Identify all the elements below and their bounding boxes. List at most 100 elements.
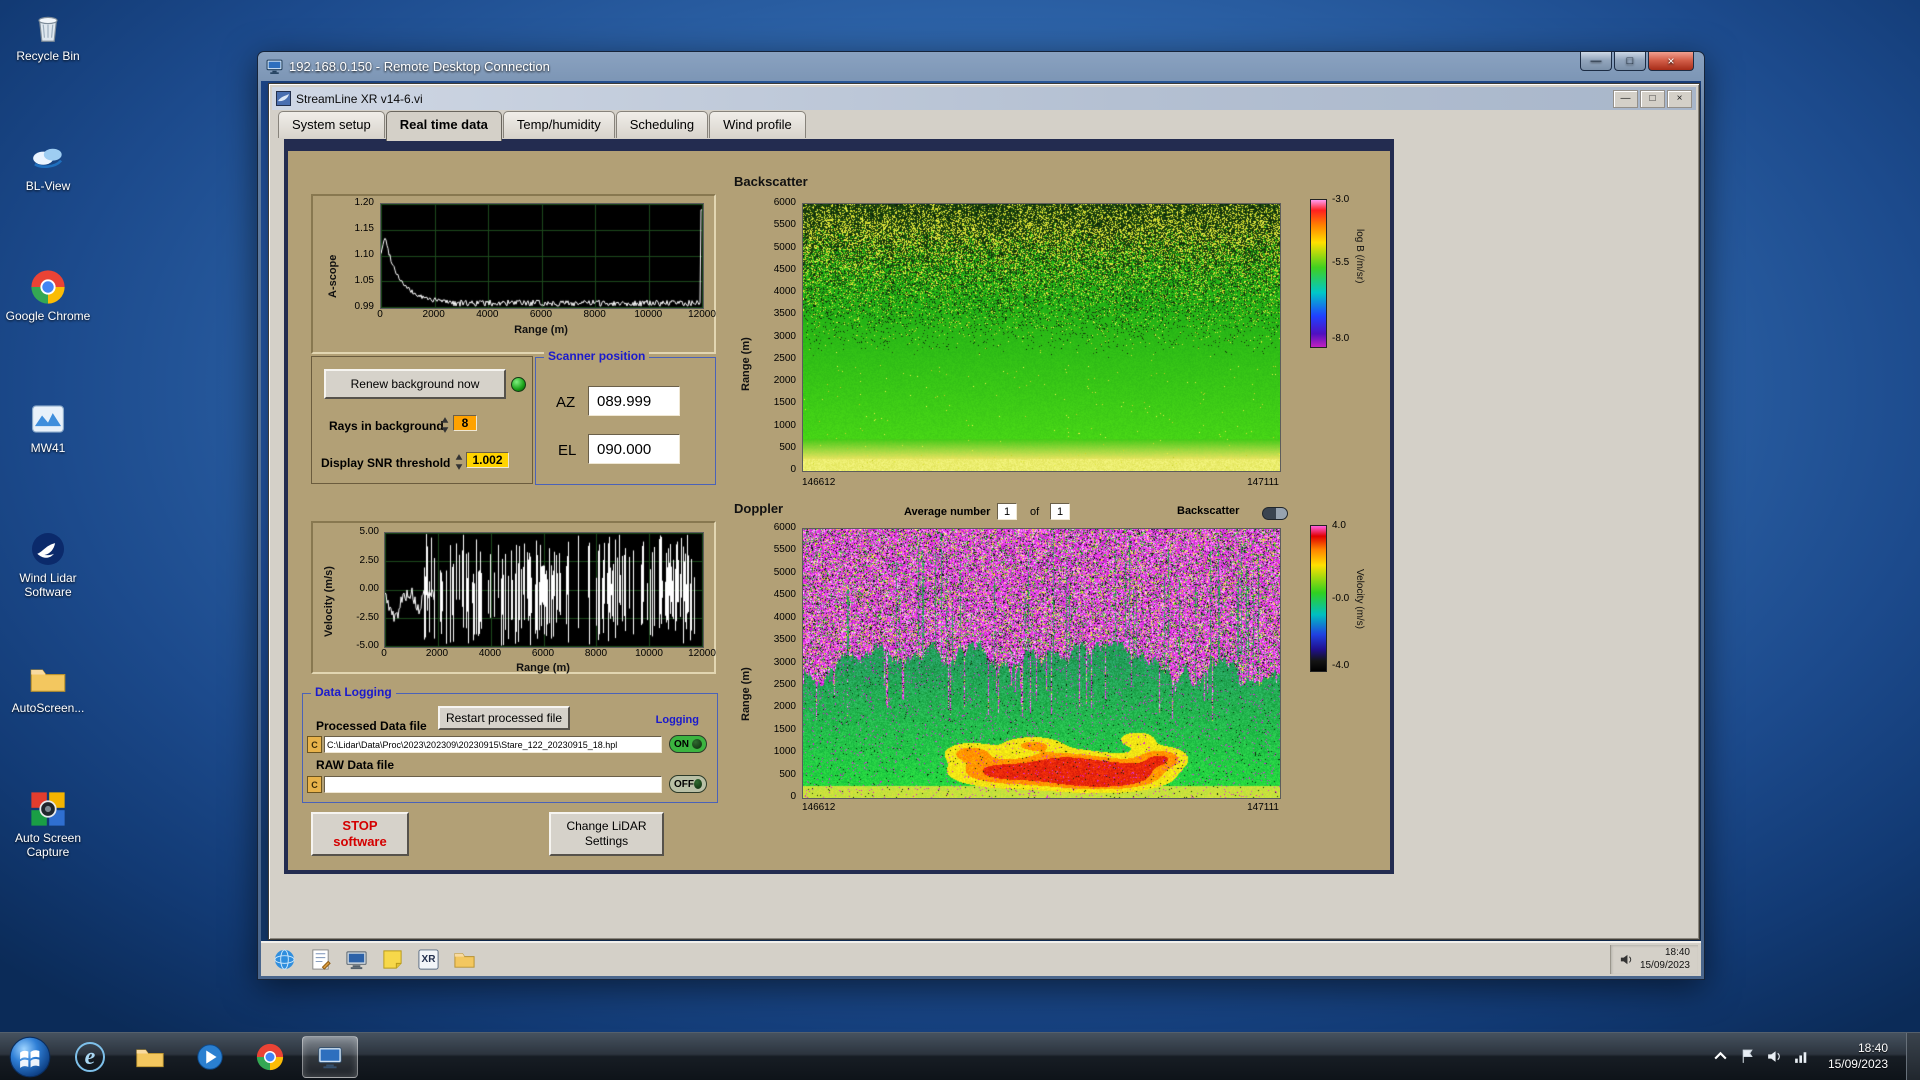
chevron-up-icon[interactable]	[1712, 1048, 1729, 1065]
rdp-maximize-button[interactable]: □	[1614, 52, 1646, 71]
desktop-icon-bl-view[interactable]: BL-View	[2, 138, 94, 194]
tab-scheduling[interactable]: Scheduling	[616, 111, 708, 138]
velocity-plot-canvas	[384, 532, 704, 648]
doppler-xticks: 146612 147111	[802, 802, 1279, 816]
show-desktop-button[interactable]	[1906, 1033, 1920, 1080]
tab-real-time-data[interactable]: Real time data	[386, 111, 502, 141]
app-close-button[interactable]: ×	[1667, 90, 1692, 108]
scanner-position-title: Scanner position	[544, 350, 649, 363]
processed-path-field[interactable]: C:\Lidar\Data\Proc\2023\202309\20230915\…	[324, 736, 662, 753]
stop-software-button[interactable]: STOPsoftware	[311, 812, 409, 856]
backscatter-colorbar	[1310, 199, 1327, 348]
doppler-ytick: 0	[762, 792, 796, 802]
velocity-xtick: 4000	[479, 649, 501, 659]
doppler-ytick: 500	[762, 770, 796, 780]
rdp-title-bar[interactable]: 192.168.0.150 - Remote Desktop Connectio…	[258, 52, 1704, 81]
average-number-field[interactable]: 1	[997, 503, 1017, 520]
desktop-icon-recycle-bin[interactable]: Recycle Bin	[2, 8, 94, 64]
doppler-colorbar-ticks: 4.0-0.0-4.0	[1332, 151, 1372, 851]
az-value-field[interactable]: 089.999	[588, 386, 680, 416]
app-window-icon	[276, 91, 291, 106]
raw-path-field[interactable]	[324, 776, 662, 793]
processed-path-type-icon[interactable]: C	[307, 736, 322, 753]
taskbar-app-google-chrome[interactable]	[242, 1036, 298, 1078]
el-value-field[interactable]: 090.000	[588, 434, 680, 464]
remote-quicklaunch-xr-app[interactable]: XR	[417, 948, 440, 971]
restart-processed-file-button[interactable]: Restart processed file	[438, 706, 570, 730]
recycle-bin-icon	[29, 8, 67, 46]
volume-icon[interactable]	[1619, 952, 1634, 967]
tab-system-setup[interactable]: System setup	[278, 111, 385, 138]
taskbar-app-file-explorer[interactable]	[122, 1036, 178, 1078]
doppler-ytick: 2500	[762, 680, 796, 690]
velocity-group: Velocity (m/s) 5.002.500.00-2.50-5.00 02…	[311, 521, 716, 674]
desktop-icon-mw41[interactable]: MW41	[2, 400, 94, 456]
taskbar-app-remote-desktop[interactable]	[302, 1036, 358, 1078]
doppler-ytick: 1500	[762, 725, 796, 735]
app-minimize-button[interactable]: —	[1613, 90, 1638, 108]
remote-quicklaunch-system-monitor[interactable]	[345, 948, 368, 971]
of-label: of	[1030, 506, 1039, 518]
host-system-tray: 18:40 15/09/2023	[1712, 1033, 1920, 1080]
rdp-caption-buttons: —□×	[1578, 52, 1694, 71]
doppler-ytick: 2000	[762, 702, 796, 712]
host-clock[interactable]: 18:40 15/09/2023	[1820, 1041, 1896, 1072]
ascope-xtick: 12000	[688, 310, 716, 320]
remote-quicklaunch-internet-explorer[interactable]	[273, 948, 296, 971]
average-total-field[interactable]: 1	[1050, 503, 1070, 520]
google-chrome-icon	[29, 268, 67, 306]
velocity-ytick: 5.00	[347, 527, 379, 537]
network-icon[interactable]	[1793, 1048, 1810, 1065]
start-button[interactable]	[8, 1035, 52, 1079]
velocity-ytick: 0.00	[347, 584, 379, 594]
desktop-icon-label: Recycle Bin	[16, 50, 79, 64]
snr-threshold-label: Display SNR threshold	[321, 456, 450, 470]
remote-quicklaunch-folder[interactable]	[453, 948, 476, 971]
processed-data-file-label: Processed Data file	[316, 719, 427, 733]
rays-spinner[interactable]	[440, 416, 450, 434]
processed-logging-toggle[interactable]: ON	[669, 735, 707, 753]
renew-background-button[interactable]: Renew background now	[324, 369, 506, 399]
taskbar-app-internet-explorer[interactable]: e	[62, 1036, 118, 1078]
desktop-icon-label: Auto Screen Capture	[2, 832, 94, 860]
doppler-colorbar-tick: -0.0	[1332, 594, 1349, 604]
action-flag-icon[interactable]	[1739, 1048, 1756, 1065]
velocity-ylabel: Velocity (m/s)	[323, 541, 335, 637]
remote-date: 15/09/2023	[1640, 960, 1690, 973]
app-title-bar[interactable]: StreamLine XR v14-6.vi —□×	[272, 87, 1696, 110]
taskbar-app-media-player[interactable]	[182, 1036, 238, 1078]
snr-value-field[interactable]: 1.002	[466, 452, 509, 468]
app-maximize-button[interactable]: □	[1640, 90, 1665, 108]
ascope-xlabel: Range (m)	[380, 324, 702, 336]
logging-label: Logging	[652, 714, 703, 726]
backscatter-ytick: 2000	[762, 376, 796, 386]
desktop-icon-wind-lidar-software[interactable]: Wind Lidar Software	[2, 530, 94, 600]
change-lidar-settings-button[interactable]: Change LiDARSettings	[549, 812, 664, 856]
desktop-icon-label: Wind Lidar Software	[2, 572, 94, 600]
backscatter-xticks: 146612 147111	[802, 477, 1279, 491]
remote-quicklaunch-notepad[interactable]	[309, 948, 332, 971]
rdp-minimize-button[interactable]: —	[1580, 52, 1612, 71]
tab-temp-humidity[interactable]: Temp/humidity	[503, 111, 615, 138]
autoscreen-icon	[29, 660, 67, 698]
backscatter-ytick: 6000	[762, 198, 796, 208]
rays-value-field[interactable]: 8	[453, 415, 477, 431]
desktop-icon-autoscreen[interactable]: AutoScreen...	[2, 660, 94, 716]
snr-spinner[interactable]	[454, 453, 464, 471]
backscatter-display-toggle[interactable]	[1262, 507, 1288, 520]
desktop-icon-auto-screen-capture[interactable]: Auto Screen Capture	[2, 790, 94, 860]
rdp-window: 192.168.0.150 - Remote Desktop Connectio…	[257, 51, 1705, 980]
velocity-xtick: 6000	[532, 649, 554, 659]
raw-path-type-icon[interactable]: C	[307, 776, 322, 793]
tab-wind-profile[interactable]: Wind profile	[709, 111, 806, 138]
toggle-dot	[692, 739, 702, 749]
remote-desktop: StreamLine XR v14-6.vi —□× System setupR…	[261, 81, 1701, 976]
desktop-icon-label: MW41	[31, 442, 66, 456]
desktop-icon-google-chrome[interactable]: Google Chrome	[2, 268, 94, 324]
backscatter-ytick: 3000	[762, 332, 796, 342]
rdp-close-button[interactable]: ×	[1648, 52, 1694, 71]
volume-icon[interactable]	[1766, 1048, 1783, 1065]
app-caption-buttons: —□×	[1613, 87, 1692, 110]
remote-quicklaunch-sticky-note[interactable]	[381, 948, 404, 971]
raw-logging-toggle[interactable]: OFF	[669, 775, 707, 793]
